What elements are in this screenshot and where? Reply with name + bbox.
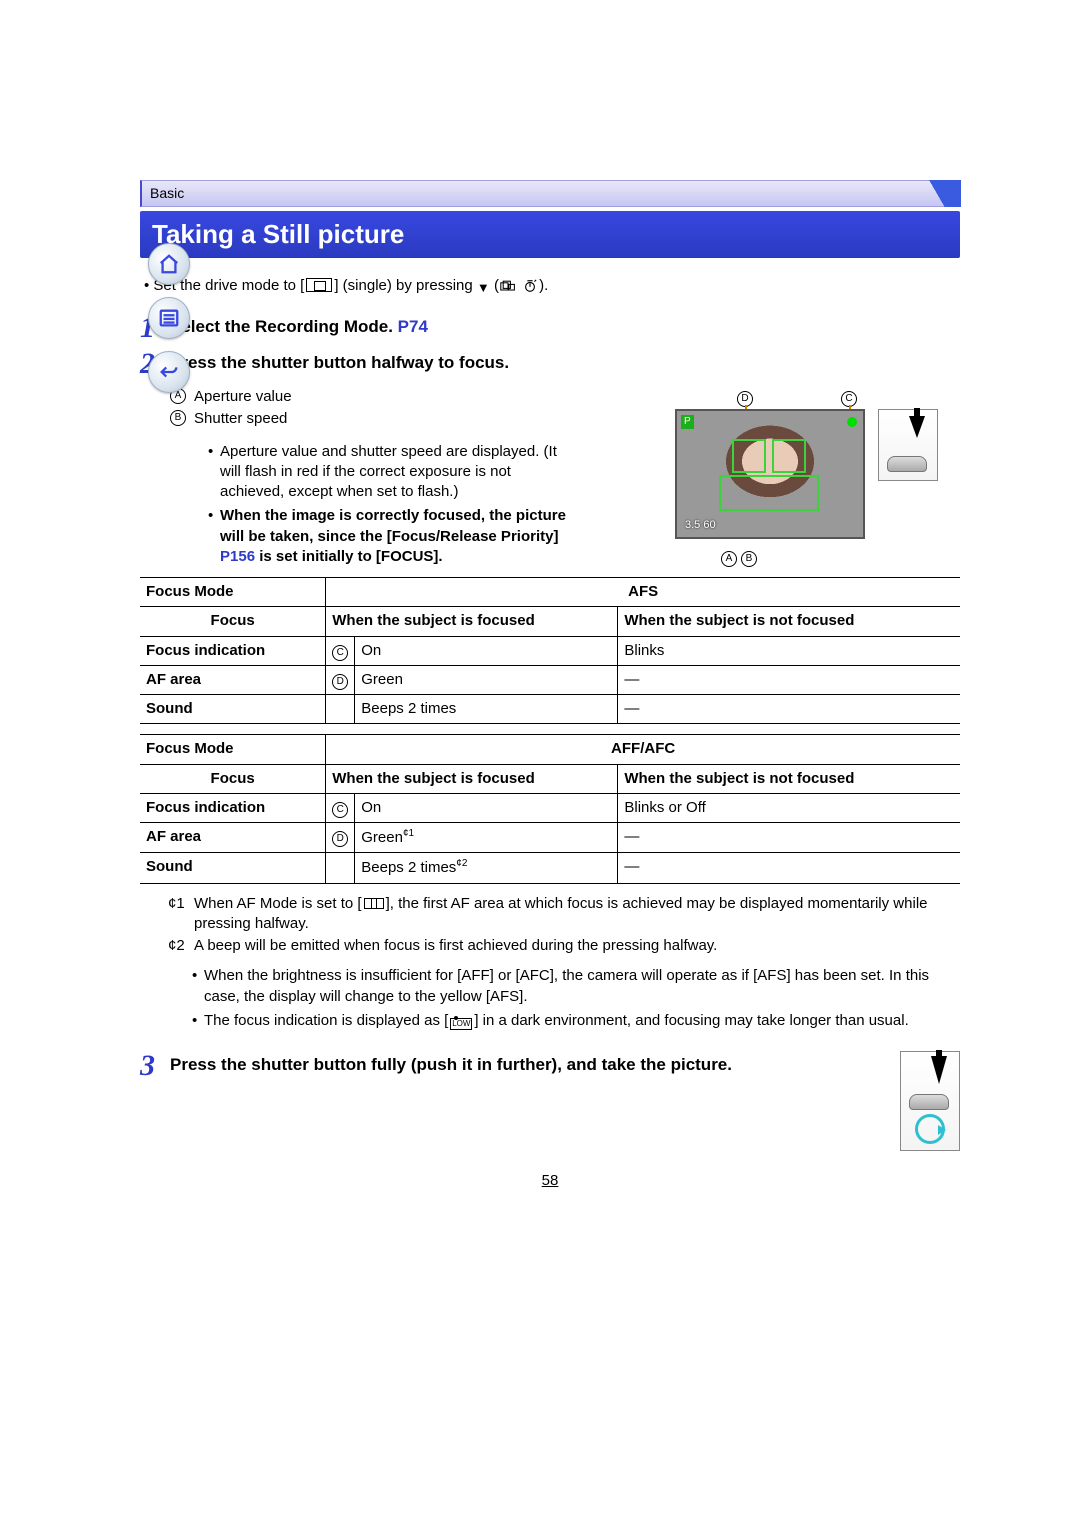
focus-table-afs: Focus ModeAFS Focus When the subject is … bbox=[140, 577, 960, 724]
note-item: Aperture value and shutter speed are dis… bbox=[210, 442, 570, 503]
half-press-icon bbox=[878, 409, 938, 481]
general-notes: When the brightness is insufficient for … bbox=[154, 966, 960, 1031]
callout-b-icon: B bbox=[170, 410, 186, 426]
low-light-focus-icon: LOW bbox=[450, 1018, 472, 1030]
single-drive-icon bbox=[306, 278, 332, 292]
step-title: Select the Recording Mode. P74 bbox=[170, 313, 428, 343]
section-category: Basic bbox=[140, 180, 960, 207]
step-title: Press the shutter button fully (push it … bbox=[170, 1051, 960, 1077]
callout-b-icon: B bbox=[741, 551, 757, 567]
note-item: When the image is correctly focused, the… bbox=[210, 506, 570, 567]
self-timer-icon bbox=[522, 279, 538, 299]
step-title: Press the shutter button halfway to focu… bbox=[170, 349, 509, 379]
step-number: 3 bbox=[140, 1051, 170, 1151]
page-title: Taking a Still picture bbox=[140, 211, 960, 258]
pre-step-note: • Set the drive mode to [] (single) by p… bbox=[144, 276, 960, 299]
burst-icon bbox=[500, 279, 516, 299]
full-press-icon bbox=[900, 1051, 960, 1151]
home-icon[interactable] bbox=[148, 243, 190, 285]
menu-icon[interactable] bbox=[148, 297, 190, 339]
page-number: 58 bbox=[140, 1171, 960, 1191]
page-reference[interactable]: P156 bbox=[220, 548, 255, 565]
multi-af-icon bbox=[364, 898, 384, 909]
down-arrow-icon bbox=[477, 278, 490, 298]
footnotes: ¢1 When AF Mode is set to [], the first … bbox=[168, 894, 960, 957]
back-icon[interactable] bbox=[148, 351, 190, 393]
illustration-half-press: D C P 3.5 60 A B bbox=[675, 387, 960, 539]
focus-table-aff-afc: Focus ModeAFF/AFC Focus When the subject… bbox=[140, 734, 960, 883]
page-reference[interactable]: P74 bbox=[398, 317, 428, 336]
legend-text: Aperture value bbox=[194, 387, 292, 407]
legend-text: Shutter speed bbox=[194, 409, 287, 429]
callout-a-icon: A bbox=[721, 551, 737, 567]
mode-indicator: P bbox=[681, 415, 694, 429]
